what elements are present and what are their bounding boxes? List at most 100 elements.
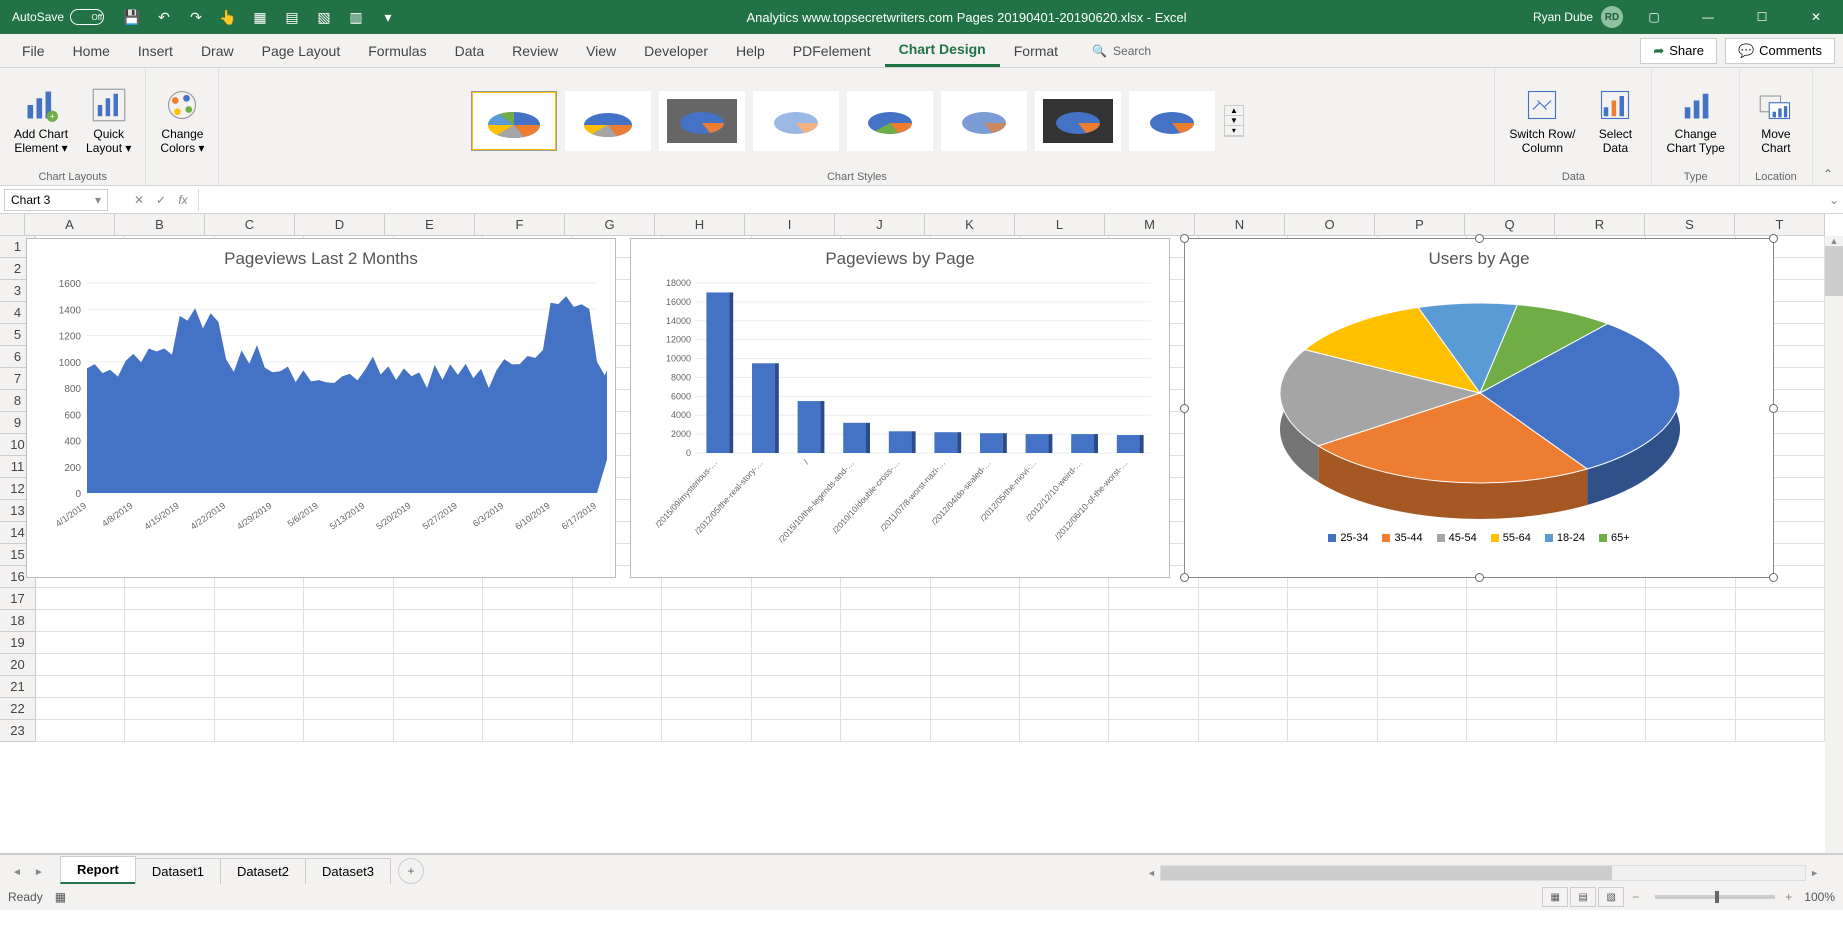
sheet-tab-dataset2[interactable]: Dataset2 xyxy=(220,858,306,884)
tab-format[interactable]: Format xyxy=(1000,36,1072,66)
col-header[interactable]: A xyxy=(25,214,115,235)
select-all-corner[interactable] xyxy=(0,214,25,235)
row-header[interactable]: 23 xyxy=(0,720,35,742)
qat-icon-3[interactable]: ▧ xyxy=(312,5,336,29)
chart-style-6[interactable] xyxy=(941,91,1027,151)
touch-mode-icon[interactable]: 👆 xyxy=(216,5,240,29)
sheet-nav-next-icon[interactable]: ► xyxy=(30,865,48,880)
quick-layout-button[interactable]: Quick Layout ▾ xyxy=(80,83,137,159)
save-icon[interactable]: 💾 xyxy=(120,5,144,29)
zoom-level[interactable]: 100% xyxy=(1804,890,1835,904)
horizontal-scrollbar[interactable]: ◄ ► xyxy=(1143,864,1823,882)
col-header[interactable]: J xyxy=(835,214,925,235)
col-header[interactable]: E xyxy=(385,214,475,235)
chart-style-5[interactable] xyxy=(847,91,933,151)
tab-developer[interactable]: Developer xyxy=(630,36,722,66)
vertical-scrollbar[interactable]: ▲ xyxy=(1825,236,1843,853)
col-header[interactable]: B xyxy=(115,214,205,235)
chart-style-3[interactable] xyxy=(659,91,745,151)
search-box[interactable]: 🔍 Search xyxy=(1092,44,1151,58)
qat-icon-4[interactable]: ▥ xyxy=(344,5,368,29)
chart-style-4[interactable] xyxy=(753,91,839,151)
row-header[interactable]: 17 xyxy=(0,588,35,610)
formula-input[interactable] xyxy=(198,189,1825,211)
col-header[interactable]: O xyxy=(1285,214,1375,235)
col-header[interactable]: M xyxy=(1105,214,1195,235)
col-header[interactable]: S xyxy=(1645,214,1735,235)
add-sheet-button[interactable]: + xyxy=(398,858,424,884)
tab-formulas[interactable]: Formulas xyxy=(354,36,440,66)
undo-icon[interactable]: ↶ xyxy=(152,5,176,29)
col-header[interactable]: K xyxy=(925,214,1015,235)
zoom-in-icon[interactable]: + xyxy=(1785,890,1792,904)
row-header[interactable]: 18 xyxy=(0,610,35,632)
chart-pageviews-last-2-months[interactable]: Pageviews Last 2 Months 0200400600800100… xyxy=(26,238,616,578)
tab-file[interactable]: File xyxy=(8,36,59,66)
tab-data[interactable]: Data xyxy=(441,36,499,66)
tab-help[interactable]: Help xyxy=(722,36,779,66)
zoom-slider[interactable] xyxy=(1655,895,1775,899)
col-header[interactable]: P xyxy=(1375,214,1465,235)
style-scroll[interactable]: ▲▼▾ xyxy=(1224,105,1244,137)
redo-icon[interactable]: ↷ xyxy=(184,5,208,29)
chart-users-by-age[interactable]: Users by Age 25-3435-4445-5455-6418-2465… xyxy=(1184,238,1774,578)
col-header[interactable]: C xyxy=(205,214,295,235)
autosave-toggle[interactable]: AutoSave Off xyxy=(4,9,112,25)
enter-formula-icon[interactable]: ✓ xyxy=(150,189,172,211)
tab-insert[interactable]: Insert xyxy=(124,36,187,66)
row-header[interactable]: 20 xyxy=(0,654,35,676)
qat-more-icon[interactable]: ▾ xyxy=(376,5,400,29)
tab-home[interactable]: Home xyxy=(59,36,124,66)
col-header[interactable]: D xyxy=(295,214,385,235)
normal-view-icon[interactable]: ▦ xyxy=(1542,887,1568,907)
row-header[interactable]: 21 xyxy=(0,676,35,698)
col-header[interactable]: L xyxy=(1015,214,1105,235)
qat-icon-2[interactable]: ▤ xyxy=(280,5,304,29)
col-header[interactable]: I xyxy=(745,214,835,235)
tab-chart-design[interactable]: Chart Design xyxy=(885,34,1000,67)
change-colors-button[interactable]: Change Colors ▾ xyxy=(154,83,210,159)
share-button[interactable]: ➦Share xyxy=(1640,38,1717,64)
row-header[interactable]: 19 xyxy=(0,632,35,654)
col-header[interactable]: R xyxy=(1555,214,1645,235)
worksheet-grid[interactable]: ABCDEFGHIJKLMNOPQRST 1234567891011121314… xyxy=(0,214,1843,854)
chart-style-1[interactable] xyxy=(471,91,557,151)
macro-record-icon[interactable]: ▦ xyxy=(55,890,66,904)
col-header[interactable]: N xyxy=(1195,214,1285,235)
col-header[interactable]: Q xyxy=(1465,214,1555,235)
chart-style-8[interactable] xyxy=(1129,91,1215,151)
page-break-view-icon[interactable]: ▧ xyxy=(1598,887,1624,907)
col-header[interactable]: F xyxy=(475,214,565,235)
tab-pdfelement[interactable]: PDFelement xyxy=(779,36,885,66)
cancel-formula-icon[interactable]: ✕ xyxy=(128,189,150,211)
switch-row-column-button[interactable]: Switch Row/ Column xyxy=(1503,83,1581,159)
chart-style-7[interactable] xyxy=(1035,91,1121,151)
qat-icon[interactable]: ▦ xyxy=(248,5,272,29)
add-chart-element-button[interactable]: + Add Chart Element ▾ xyxy=(8,83,74,159)
zoom-out-icon[interactable]: − xyxy=(1632,890,1639,904)
expand-formula-icon[interactable]: ⌄ xyxy=(1825,193,1843,207)
select-data-button[interactable]: Select Data xyxy=(1587,83,1643,159)
sheet-tab-dataset1[interactable]: Dataset1 xyxy=(135,858,221,884)
name-box[interactable]: Chart 3▾ xyxy=(4,189,108,211)
tab-view[interactable]: View xyxy=(572,36,630,66)
sheet-tab-report[interactable]: Report xyxy=(60,856,136,884)
tab-page-layout[interactable]: Page Layout xyxy=(248,36,355,66)
change-chart-type-button[interactable]: Change Chart Type xyxy=(1660,83,1730,159)
tab-review[interactable]: Review xyxy=(498,36,572,66)
comments-button[interactable]: 💬Comments xyxy=(1725,38,1835,64)
row-header[interactable]: 22 xyxy=(0,698,35,720)
sheet-nav-prev-icon[interactable]: ◄ xyxy=(8,865,26,880)
chart-style-2[interactable] xyxy=(565,91,651,151)
sheet-tab-dataset3[interactable]: Dataset3 xyxy=(305,858,391,884)
fx-icon[interactable]: fx xyxy=(172,189,194,211)
collapse-ribbon-icon[interactable]: ⌃ xyxy=(1813,163,1843,185)
vscroll-thumb[interactable] xyxy=(1825,246,1843,296)
col-header[interactable]: H xyxy=(655,214,745,235)
ribbon-options-icon[interactable]: ▢ xyxy=(1631,2,1677,32)
page-layout-view-icon[interactable]: ▤ xyxy=(1570,887,1596,907)
tab-draw[interactable]: Draw xyxy=(187,36,248,66)
move-chart-button[interactable]: Move Chart xyxy=(1748,83,1804,159)
col-header[interactable]: T xyxy=(1735,214,1825,235)
maximize-icon[interactable]: ☐ xyxy=(1739,2,1785,32)
